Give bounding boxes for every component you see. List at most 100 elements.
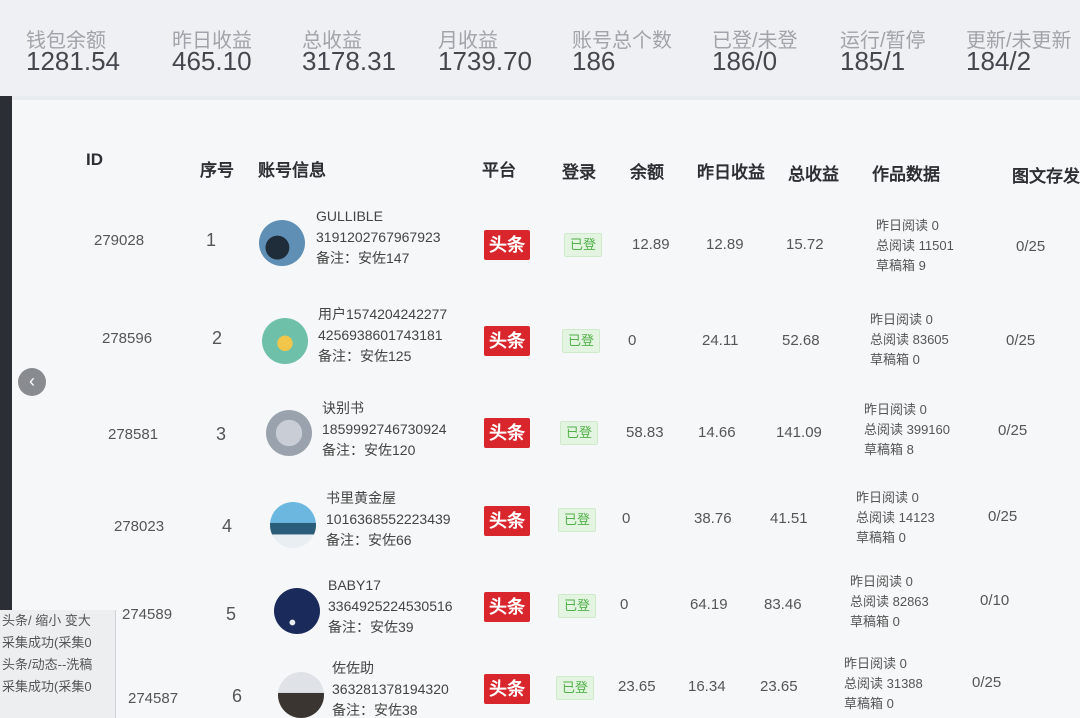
col-header-platform[interactable]: 平台 [482, 156, 516, 181]
account-name: 诀别书 [322, 400, 364, 416]
drafts: 草稿箱 0 [856, 530, 906, 545]
table-row[interactable]: 278581 3 诀别书 1859992746730924 备注：安佐120 头… [0, 392, 1080, 478]
row-seq: 6 [232, 686, 243, 706]
table-row[interactable]: 279028 1 GULLIBLE 3191202767967923 备注：安佐… [0, 198, 1080, 284]
col-header-login[interactable]: 登录 [562, 158, 596, 183]
platform-badge: 头条 [484, 418, 530, 448]
works-data: 昨日阅读 0 总阅读 31388 草稿箱 0 [844, 654, 923, 714]
row-balance: 12.89 [632, 236, 670, 253]
col-header-balance[interactable]: 余额 [630, 158, 664, 183]
draft-ratio: 0/25 [998, 422, 1028, 439]
account-note: 备注：安佐147 [316, 250, 410, 266]
row-id: 274587 [128, 690, 179, 707]
col-header-total[interactable]: 总收益 [788, 160, 839, 185]
row-yesterday: 64.19 [690, 596, 728, 613]
row-yesterday: 12.89 [706, 236, 744, 253]
row-total: 15.72 [786, 236, 824, 253]
account-info: GULLIBLE 3191202767967923 备注：安佐147 [316, 206, 441, 269]
col-header-id[interactable]: ID [86, 150, 103, 170]
drafts: 草稿箱 0 [850, 614, 900, 629]
stat-value: 185/1 [840, 46, 906, 76]
draft-ratio: 0/25 [1016, 238, 1046, 255]
row-balance: 0 [620, 596, 629, 613]
avatar [274, 588, 320, 634]
account-note: 备注：安佐38 [332, 702, 418, 718]
avatar [259, 220, 305, 266]
account-note: 备注：安佐66 [326, 532, 412, 548]
account-info: 用户1574204242277 4256938601743181 备注：安佐12… [318, 304, 447, 367]
col-header-account[interactable]: 账号信息 [258, 156, 326, 181]
account-name: 佐佐助 [332, 660, 374, 676]
account-name: 书里黄金屋 [326, 490, 396, 506]
table-row[interactable]: 278023 4 书里黄金屋 1016368552223439 备注：安佐66 … [0, 484, 1080, 570]
row-id: 278023 [114, 518, 165, 535]
stats-bar: 钱包余额 1281.54 昨日收益 465.10 总收益 3178.31 月收益… [0, 0, 1080, 96]
row-seq: 3 [216, 424, 227, 444]
login-status-badge: 已登 [564, 233, 602, 257]
account-uid: 3191202767967923 [316, 229, 441, 245]
col-header-seq[interactable]: 序号 [200, 156, 234, 181]
drafts: 草稿箱 0 [870, 352, 920, 367]
stat-value: 3178.31 [302, 46, 396, 76]
works-data: 昨日阅读 0 总阅读 399160 草稿箱 8 [864, 400, 950, 460]
login-status-badge: 已登 [560, 421, 598, 445]
row-balance: 23.65 [618, 678, 656, 695]
prev-arrow-icon[interactable]: ‹ [18, 368, 46, 396]
login-status-badge: 已登 [558, 594, 596, 618]
platform-badge: 头条 [484, 326, 530, 356]
stat-value: 186/0 [712, 46, 778, 76]
row-yesterday: 14.66 [698, 424, 736, 441]
account-uid: 363281378194320 [332, 681, 449, 697]
log-line: 采集成功(采集0 [2, 635, 92, 650]
works-data: 昨日阅读 0 总阅读 83605 草稿箱 0 [870, 310, 949, 370]
row-id: 278596 [102, 330, 153, 347]
row-seq: 1 [206, 230, 217, 250]
stat-value: 184/2 [966, 46, 1032, 76]
row-total: 141.09 [776, 424, 822, 441]
read-total: 总阅读 14123 [856, 510, 935, 525]
stat-value: 465.10 [172, 46, 252, 76]
read-total: 总阅读 82863 [850, 594, 929, 609]
account-note: 备注：安佐125 [318, 348, 412, 364]
row-yesterday: 38.76 [694, 510, 732, 527]
works-data: 昨日阅读 0 总阅读 11501 草稿箱 9 [876, 216, 954, 276]
platform-badge: 头条 [484, 592, 530, 622]
read-yesterday: 昨日阅读 0 [850, 574, 913, 589]
draft-ratio: 0/25 [972, 674, 1002, 691]
draft-ratio: 0/10 [980, 592, 1010, 609]
col-header-draft[interactable]: 图文存发 [1012, 162, 1080, 187]
col-header-yesterday[interactable]: 昨日收益 [697, 158, 765, 183]
avatar [270, 502, 316, 548]
platform-badge: 头条 [484, 230, 530, 260]
col-header-works[interactable]: 作品数据 [872, 160, 940, 185]
row-seq: 2 [212, 328, 223, 348]
table-row[interactable]: 278596 2 用户1574204242277 425693860174318… [0, 296, 1080, 382]
stat-value: 186 [572, 46, 616, 76]
account-name: BABY17 [328, 577, 381, 593]
row-seq: 5 [226, 604, 237, 624]
read-yesterday: 昨日阅读 0 [856, 490, 919, 505]
login-status-badge: 已登 [562, 329, 600, 353]
row-id: 279028 [94, 232, 145, 249]
row-total: 23.65 [760, 678, 798, 695]
account-info: BABY17 3364925224530516 备注：安佐39 [328, 575, 453, 638]
platform-badge: 头条 [484, 674, 530, 704]
table-row[interactable]: 274589 5 BABY17 3364925224530516 备注：安佐39… [0, 572, 1080, 658]
avatar [278, 672, 324, 718]
stat-value: 1281.54 [26, 46, 120, 76]
row-yesterday: 24.11 [702, 332, 739, 349]
read-yesterday: 昨日阅读 0 [844, 656, 907, 671]
side-log-panel: 头条/ 缩小 变大 采集成功(采集0 头条/动态--洗稿 采集成功(采集0 [0, 610, 116, 718]
read-yesterday: 昨日阅读 0 [864, 402, 927, 417]
account-uid: 1016368552223439 [326, 511, 451, 527]
table-row[interactable]: 274587 6 佐佐助 363281378194320 备注：安佐38 头条 … [0, 654, 1080, 718]
read-total: 总阅读 399160 [864, 422, 950, 437]
login-status-badge: 已登 [556, 676, 594, 700]
account-name: GULLIBLE [316, 208, 383, 224]
read-yesterday: 昨日阅读 0 [876, 218, 939, 233]
works-data: 昨日阅读 0 总阅读 14123 草稿箱 0 [856, 488, 935, 548]
login-status-badge: 已登 [558, 508, 596, 532]
account-name: 用户1574204242277 [318, 306, 448, 322]
account-uid: 4256938601743181 [318, 327, 443, 343]
read-total: 总阅读 11501 [876, 238, 954, 253]
